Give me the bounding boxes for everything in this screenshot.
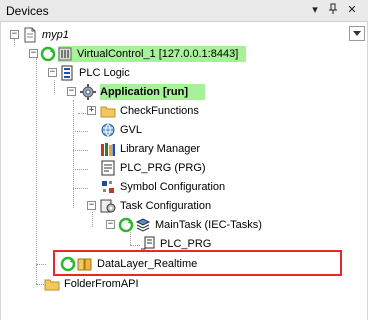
tree-item-library-manager[interactable]: Library Manager (100, 139, 200, 158)
close-button[interactable]: ✕ (345, 3, 359, 18)
plc-device-icon (57, 46, 73, 62)
devices-panel-header: Devices ▾ ✕ (0, 0, 368, 22)
tree-item-task-configuration[interactable]: Task Configuration (100, 196, 211, 215)
scroll-down-button[interactable] (349, 26, 365, 41)
tree-line (73, 188, 88, 189)
tree-item-plc-prg[interactable]: PLC_PRG (PRG) (100, 158, 206, 177)
tree-line (130, 245, 140, 246)
tree-item-label: Application [run] (100, 85, 188, 98)
library-icon (100, 141, 116, 157)
tree-item-label: FolderFromAPI (64, 277, 139, 290)
collapse-toggle[interactable]: − (87, 201, 96, 210)
tree-item-myp1[interactable]: myp1 (22, 25, 69, 44)
symbol-config-icon (100, 179, 116, 195)
down-arrow-icon (353, 31, 361, 36)
tree-item-symbol-configuration[interactable]: Symbol Configuration (100, 177, 225, 196)
globe-icon (100, 122, 116, 138)
tree-item-label: PLC Logic (79, 66, 130, 79)
pin-icon[interactable] (326, 3, 340, 18)
tree-item-virtualcontrol[interactable]: VirtualControl_1 [127.0.0.1:8443] (40, 44, 238, 63)
tree-item-checkfunctions[interactable]: CheckFunctions (100, 101, 199, 120)
tree-line (73, 169, 88, 170)
tree-item-maintask[interactable]: MainTask (IEC-Tasks) (118, 215, 262, 234)
collapse-toggle[interactable]: − (48, 68, 57, 77)
tree-line (73, 131, 88, 132)
expand-toggle[interactable]: + (87, 106, 96, 115)
tree-item-label: GVL (120, 123, 143, 136)
tree-item-application[interactable]: Application [run] (80, 82, 188, 101)
tree-item-label: PLC_PRG (PRG) (120, 161, 206, 174)
tree-line (36, 264, 46, 265)
dropdown-button[interactable]: ▾ (308, 3, 322, 18)
tree-line (14, 39, 15, 45)
tree-item-label: Library Manager (120, 142, 201, 155)
folder-icon (100, 103, 116, 119)
tree-line (73, 100, 74, 208)
tree-item-label: Task Configuration (120, 199, 212, 212)
collapse-toggle[interactable]: − (106, 220, 115, 229)
online-status-icon (40, 46, 56, 62)
online-status-icon (118, 217, 134, 233)
panel-title: Devices (6, 4, 49, 18)
tree-item-label: MainTask (IEC-Tasks) (155, 218, 262, 231)
tree-item-label: VirtualControl_1 [127.0.0.1:8443] (77, 47, 239, 60)
task-config-icon (100, 198, 116, 214)
task-icon (135, 217, 151, 233)
tree-item-gvl[interactable]: GVL (100, 120, 142, 139)
folder-icon (44, 276, 60, 292)
tree-item-label: myp1 (42, 28, 69, 41)
plc-logic-icon (59, 65, 75, 81)
tree-item-folderfromapi[interactable]: FolderFromAPI (44, 274, 139, 293)
tree-item-label: CheckFunctions (120, 104, 199, 117)
gear-icon (80, 83, 96, 100)
tree-line (36, 58, 37, 284)
project-file-icon (22, 27, 38, 43)
collapse-toggle[interactable]: − (10, 30, 19, 39)
collapse-toggle[interactable]: − (29, 49, 38, 58)
tree-line (92, 212, 93, 227)
tree-line (54, 80, 55, 93)
annotation-highlight-box (53, 250, 342, 276)
tree-item-plc-logic[interactable]: PLC Logic (59, 63, 130, 82)
tree-line (73, 150, 88, 151)
tree-item-label: PLC_PRG (160, 237, 212, 250)
tree-item-label: Symbol Configuration (120, 180, 226, 193)
collapse-toggle[interactable]: − (67, 87, 76, 96)
program-icon (100, 160, 116, 176)
